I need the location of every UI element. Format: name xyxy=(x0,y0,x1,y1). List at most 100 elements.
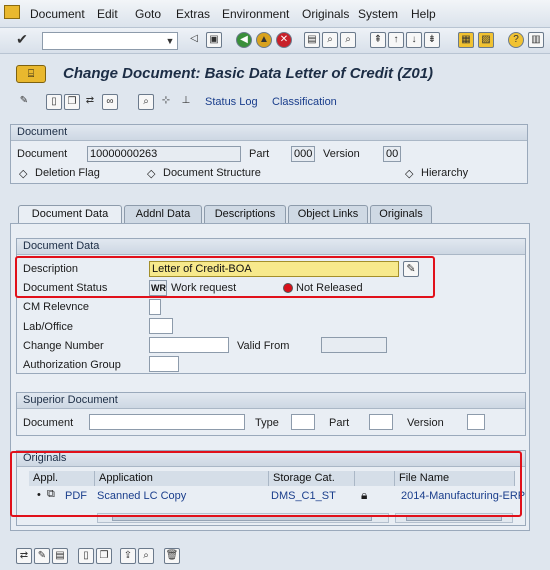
last-page-icon[interactable]: ⇟ xyxy=(424,32,440,48)
chevron-down-icon[interactable]: ▼ xyxy=(163,33,177,49)
document-group: Document Document 10000000263 Part 000 V… xyxy=(10,124,528,184)
next-page-icon[interactable]: ↓ xyxy=(406,32,422,48)
file-name-scrollbar[interactable] xyxy=(395,513,513,523)
structure-icon[interactable]: ⊹ xyxy=(158,94,174,110)
back-icon[interactable]: ◀ xyxy=(236,32,252,48)
display-change-icon[interactable]: ⇄ xyxy=(82,94,98,110)
column-header-lock[interactable] xyxy=(355,471,395,486)
cm-relevance-checkbox[interactable] xyxy=(149,299,161,315)
menu-goto[interactable]: Goto xyxy=(135,7,161,21)
hierarchy-label[interactable]: Hierarchy xyxy=(421,167,468,179)
checkin-original-icon[interactable]: ⇪ xyxy=(120,548,136,564)
new-document-icon[interactable]: ▯ xyxy=(46,94,62,110)
superior-document-group: Superior Document Document Type Part Ver… xyxy=(16,392,526,436)
copy-original-icon[interactable]: ❐ xyxy=(96,548,112,564)
document-label: Document xyxy=(17,148,68,160)
document-structure-label[interactable]: Document Structure xyxy=(163,167,261,179)
first-page-icon[interactable]: ⇞ xyxy=(370,32,386,48)
previous-page-icon[interactable]: ↑ xyxy=(388,32,404,48)
menu-bar: Document Edit Goto Extras Environment Or… xyxy=(0,0,550,28)
column-header-file-name[interactable]: File Name xyxy=(395,471,515,486)
cm-relevance-label: CM Relevnce xyxy=(23,301,90,313)
document-group-header: Document xyxy=(11,125,527,141)
menu-document[interactable]: Document xyxy=(30,7,85,21)
back-arrow-icon[interactable]: ◁ xyxy=(186,32,202,48)
horizontal-scrollbar[interactable] xyxy=(97,513,389,523)
classification-button[interactable]: Classification xyxy=(272,96,337,108)
cancel-icon[interactable]: ✕ xyxy=(276,32,292,48)
change-original-icon[interactable]: ✎ xyxy=(34,548,50,564)
display-original-icon[interactable]: ⇄ xyxy=(16,548,32,564)
new-session-icon[interactable]: ▦ xyxy=(458,32,474,48)
scrollbar-thumb[interactable] xyxy=(112,515,372,521)
menu-extras[interactable]: Extras xyxy=(176,7,210,21)
application-toolbar: ✎ ▯ ❐ ⇄ ∞ ⌕ ⊹ ⊥ Status Log Classificatio… xyxy=(0,92,550,114)
authorization-group-label: Authorization Group xyxy=(23,359,121,371)
column-header-storage[interactable]: Storage Cat. xyxy=(269,471,355,486)
zoom-icon[interactable]: ⌕ xyxy=(138,94,154,110)
find-icon[interactable]: ⌕ xyxy=(322,32,338,48)
file-name-cell[interactable]: 2014-Manufacturing-ERP xyxy=(401,490,525,502)
superior-type-field[interactable] xyxy=(291,414,315,430)
deletion-flag-label[interactable]: Deletion Flag xyxy=(35,167,100,179)
part-field[interactable]: 000 xyxy=(291,146,315,162)
sap-menu-icon[interactable] xyxy=(4,5,20,19)
hierarchy-icon[interactable]: ⊥ xyxy=(178,94,194,110)
superior-document-field[interactable] xyxy=(89,414,245,430)
tab-addnl-data[interactable]: Addnl Data xyxy=(124,205,202,223)
menu-help[interactable]: Help xyxy=(411,7,436,21)
edit-text-icon[interactable]: ✎ xyxy=(403,261,419,277)
valid-from-field[interactable] xyxy=(321,337,387,353)
superior-part-label: Part xyxy=(329,417,350,429)
superior-version-label: Version xyxy=(407,417,444,429)
enter-check-icon[interactable]: ✔ xyxy=(14,32,30,48)
part-label: Part xyxy=(249,148,270,160)
print-icon[interactable]: ▤ xyxy=(304,32,320,48)
command-field[interactable]: ▼ xyxy=(42,32,178,50)
find-next-icon[interactable]: ⌕ xyxy=(340,32,356,48)
document-number-field[interactable]: 10000000263 xyxy=(87,146,241,162)
status-log-button[interactable]: Status Log xyxy=(205,96,258,108)
menu-environment[interactable]: Environment xyxy=(222,7,289,21)
version-label: Version xyxy=(323,148,360,160)
print-original-icon[interactable]: ▤ xyxy=(52,548,68,564)
change-number-field[interactable] xyxy=(149,337,229,353)
menu-system[interactable]: System xyxy=(358,7,398,21)
application-cell[interactable]: Scanned LC Copy xyxy=(97,490,186,502)
tab-object-links[interactable]: Object Links xyxy=(288,205,368,223)
version-field[interactable]: 00 xyxy=(383,146,401,162)
tab-descriptions[interactable]: Descriptions xyxy=(204,205,286,223)
authorization-group-field[interactable] xyxy=(149,356,179,372)
storage-cell[interactable]: DMS_C1_ST xyxy=(271,490,336,502)
layout-menu-icon[interactable]: ▥ xyxy=(528,32,544,48)
release-status-text: Not Released xyxy=(296,282,363,294)
binoculars-icon[interactable]: ∞ xyxy=(102,94,118,110)
tab-originals[interactable]: Originals xyxy=(370,205,432,223)
file-name-scrollbar-thumb[interactable] xyxy=(406,515,502,521)
view-original-icon[interactable]: ⌕ xyxy=(138,548,154,564)
shortcut-icon[interactable]: ▨ xyxy=(478,32,494,48)
exit-icon[interactable]: ▲ xyxy=(256,32,272,48)
document-status-label: Document Status xyxy=(23,282,108,294)
create-original-icon[interactable]: ▯ xyxy=(78,548,94,564)
description-field[interactable]: Letter of Credit-BOA xyxy=(149,261,399,277)
title-bar: ⌸ Change Document: Basic Data Letter of … xyxy=(0,54,550,92)
superior-version-field[interactable] xyxy=(467,414,485,430)
lab-office-field[interactable] xyxy=(149,318,173,334)
column-header-appl[interactable]: Appl. xyxy=(29,471,95,486)
menu-originals[interactable]: Originals xyxy=(302,7,349,21)
row-expand-bullet[interactable]: • xyxy=(37,489,41,501)
superior-document-label: Document xyxy=(23,417,74,429)
edit-pencil-icon[interactable]: ✎ xyxy=(16,94,32,110)
help-icon[interactable]: ? xyxy=(508,32,524,48)
save-icon[interactable]: ▣ xyxy=(206,32,222,48)
column-header-application[interactable]: Application xyxy=(95,471,269,486)
page-title: Change Document: Basic Data Letter of Cr… xyxy=(63,65,434,82)
delete-original-icon[interactable]: 🗑︎ xyxy=(164,548,180,564)
copy-icon[interactable]: ❐ xyxy=(64,94,80,110)
appl-cell[interactable]: PDF xyxy=(65,490,87,502)
status-code-field[interactable]: WR xyxy=(149,280,167,296)
tab-document-data[interactable]: Document Data xyxy=(18,205,122,224)
superior-part-field[interactable] xyxy=(369,414,393,430)
menu-edit[interactable]: Edit xyxy=(97,7,118,21)
